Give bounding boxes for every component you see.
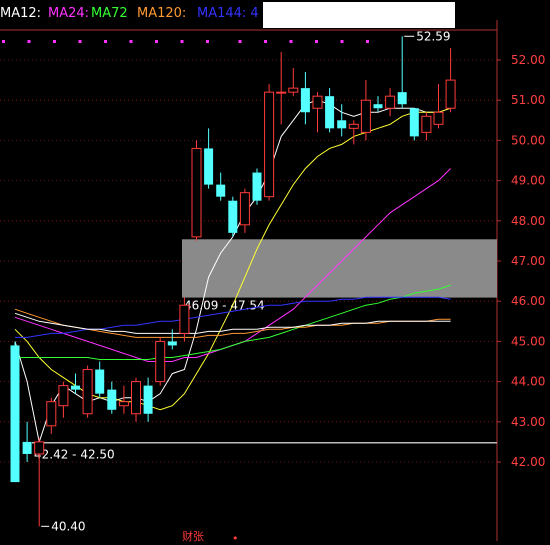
legend-ma12: MA12: [0, 6, 42, 21]
legend-overlay-box [263, 2, 455, 28]
candle-body [191, 147, 202, 238]
signal-dot [78, 40, 82, 43]
support-zone-label: 46.09 - 47.54 [184, 299, 265, 313]
candle-body [239, 192, 250, 226]
signal-dot [289, 40, 293, 43]
signal-dot [206, 40, 209, 43]
candle-body [46, 401, 57, 427]
candle-body [71, 385, 80, 390]
legend-ma72: MA72 [91, 6, 128, 21]
candle-body [421, 115, 432, 133]
signal-dot [129, 40, 133, 43]
footer-label: 财张 [182, 530, 204, 543]
candle-body [10, 345, 20, 483]
y-tick-label: 45.00 [511, 334, 545, 348]
y-tick-label: 48.00 [511, 214, 545, 228]
low-label: 40.40 [51, 519, 85, 533]
lower-support-label: 42.42 - 42.50 [34, 448, 115, 462]
candle-body [264, 91, 275, 198]
y-tick-label: 51.00 [511, 93, 545, 107]
candle-body [288, 87, 299, 93]
signal-dot [180, 40, 184, 43]
y-tick-label: 42.00 [511, 455, 545, 469]
candle-body [204, 148, 214, 185]
y-tick-label: 46.00 [511, 294, 545, 308]
candle-body [22, 441, 32, 454]
y-tick-label: 49.00 [511, 174, 545, 188]
y-tick-label: 44.00 [511, 375, 545, 389]
candle-body [276, 91, 287, 94]
candle-body [348, 123, 359, 129]
candle-body [143, 385, 153, 414]
signal-dot [366, 40, 369, 43]
candle-body [118, 401, 129, 407]
candle-body [300, 88, 310, 113]
signal-dot [264, 40, 267, 43]
legend-ma144: MA144: 4 [197, 6, 259, 21]
candle-body [34, 441, 45, 455]
candle-body [82, 369, 93, 415]
signal-dot [104, 40, 107, 43]
candle-body [228, 200, 238, 233]
signal-dot [53, 40, 56, 43]
footer-dot: • [232, 532, 239, 545]
candle-body [252, 172, 262, 201]
high-label: 52.59 [416, 29, 450, 43]
candle-body [433, 111, 444, 125]
candle-body [325, 96, 335, 129]
candle-body [360, 99, 371, 133]
signal-dot [238, 40, 242, 43]
legend-ma24: MA24: [48, 6, 90, 21]
candle-body [179, 304, 190, 334]
candle-body [409, 108, 419, 137]
candle-body [385, 95, 396, 109]
candle-body [155, 340, 166, 383]
candle-body [107, 389, 117, 410]
signal-dot [315, 40, 318, 43]
candle-body [131, 381, 141, 415]
signal-dot [340, 40, 344, 43]
candle-body [373, 104, 383, 109]
y-tick-label: 52.00 [511, 53, 545, 67]
candle-body [167, 341, 177, 346]
candle-body [445, 79, 456, 109]
y-tick-label: 43.00 [511, 415, 545, 429]
candle-body [312, 95, 323, 109]
ma-line-4 [14, 308, 451, 338]
legend-ma120: MA120: [137, 6, 187, 21]
candle-body [216, 184, 226, 197]
y-tick-label: 50.00 [511, 133, 545, 147]
signal-dot [155, 40, 158, 43]
signal-dot [27, 40, 31, 43]
candle-body [58, 385, 69, 407]
candle-body [397, 92, 407, 105]
y-tick-label: 47.00 [511, 254, 545, 268]
support-zone [182, 239, 497, 298]
candle-body [95, 369, 105, 394]
candlestick-chart: 52.00 51.00 50.00 49.00 48.00 47.00 46.00 45.00… [0, 20, 545, 541]
candle-body [337, 120, 347, 129]
signal-dot [2, 40, 5, 43]
